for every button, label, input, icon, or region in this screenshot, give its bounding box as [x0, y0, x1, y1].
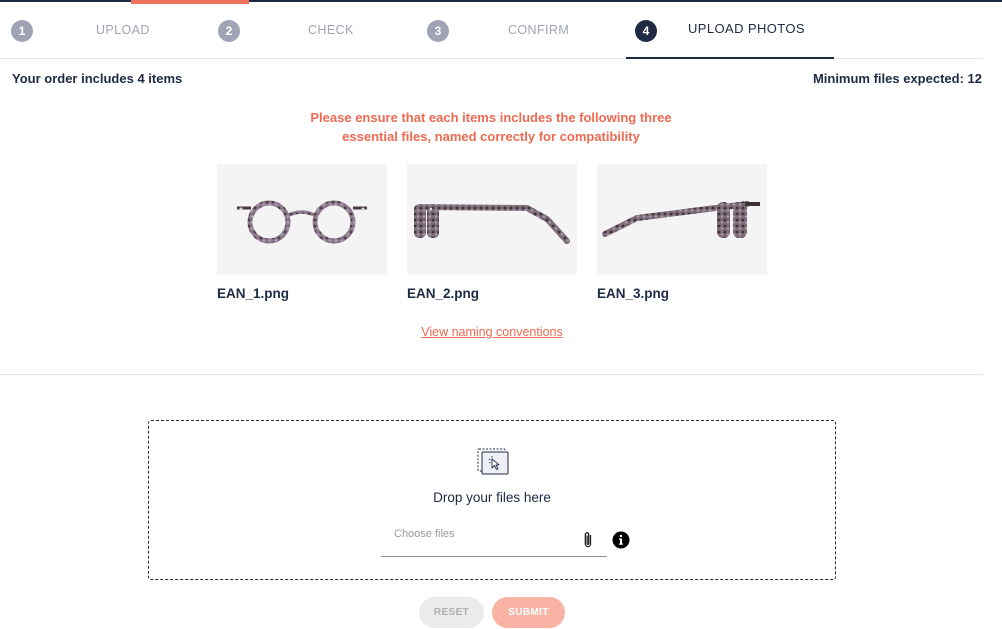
step-number: 2 — [218, 19, 240, 42]
step-label-check[interactable]: CHECK — [308, 23, 354, 37]
step-label-upload[interactable]: UPLOAD — [96, 23, 150, 37]
step-label-upload-photos[interactable]: UPLOAD PHOTOS — [688, 21, 805, 36]
active-step-underline — [626, 57, 834, 59]
step-number: 4 — [635, 19, 657, 42]
submit-button[interactable]: SUBMIT — [492, 597, 565, 628]
step-number: 3 — [427, 19, 449, 42]
choose-files-placeholder: Choose files — [394, 528, 455, 540]
info-icon[interactable] — [612, 531, 630, 549]
file-dropzone[interactable]: Drop your files here Choose files — [148, 420, 836, 580]
glasses-front-image — [237, 200, 367, 244]
step-check[interactable]: 2 — [218, 2, 240, 59]
step-label-confirm[interactable]: CONFIRM — [508, 23, 569, 37]
example-image-front — [217, 164, 387, 275]
min-files-expected: Minimum files expected: 12 — [812, 71, 982, 86]
step-confirm[interactable]: 3 — [427, 2, 449, 59]
example-filename-3: EAN_3.png — [597, 286, 670, 301]
file-requirements-notice: Please ensure that each items includes t… — [0, 108, 982, 146]
example-filename-1: EAN_1.png — [217, 286, 290, 301]
view-naming-conventions-link[interactable]: View naming conventions — [0, 325, 984, 339]
glasses-three-quarter-image — [602, 201, 760, 238]
glasses-side-image — [414, 204, 570, 244]
example-filename-2: EAN_2.png — [407, 286, 480, 301]
notice-line-1: Please ensure that each items includes t… — [310, 110, 672, 125]
section-divider — [0, 374, 982, 375]
paperclip-icon[interactable] — [581, 531, 595, 549]
step-upload-photos[interactable]: 4 — [635, 2, 657, 59]
dropzone-instruction: Drop your files here — [433, 490, 551, 505]
stepper: 1 UPLOAD 2 CHECK 3 CONFIRM 4 UPLOAD PHOT… — [0, 2, 982, 59]
example-image-three-quarter — [597, 164, 767, 275]
example-image-side — [407, 164, 577, 275]
notice-line-2: essential files, named correctly for com… — [342, 129, 640, 144]
choose-files-input[interactable]: Choose files — [381, 522, 607, 557]
order-summary: Your order includes 4 items — [12, 71, 183, 86]
step-number: 1 — [11, 19, 33, 42]
drag-drop-cursor-icon — [477, 448, 509, 475]
step-upload[interactable]: 1 — [11, 2, 33, 59]
reset-button[interactable]: RESET — [419, 597, 484, 628]
